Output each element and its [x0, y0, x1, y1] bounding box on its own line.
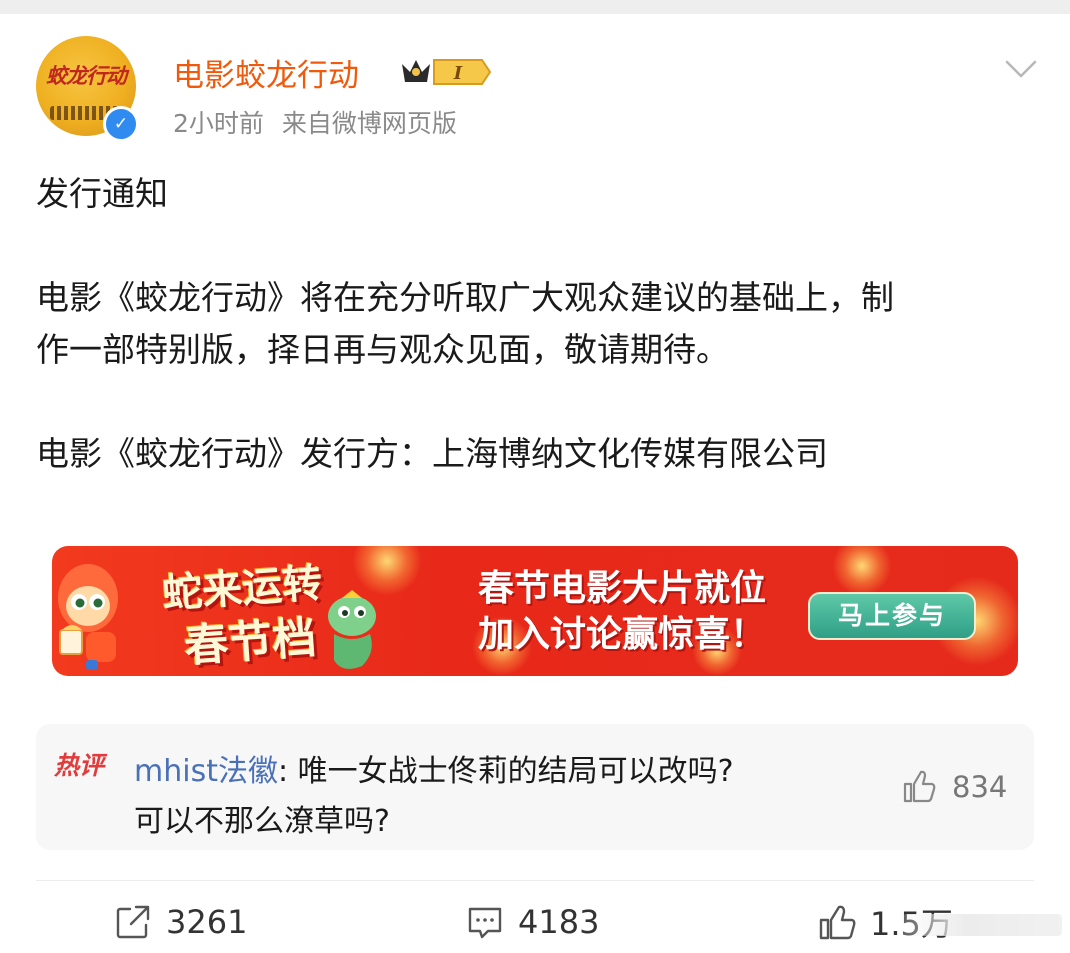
author-name[interactable]: 电影蛟龙行动 [173, 50, 359, 95]
post-paragraph: 电影《蛟龙行动》发行方：上海博纳文化传媒有限公司 [36, 434, 828, 473]
chevron-down-icon[interactable] [1004, 58, 1038, 80]
hot-comment-text: : 唯一女战士佟莉的结局可以改吗? [277, 754, 734, 789]
repost-button[interactable]: 3261 [114, 902, 247, 942]
banner-title-line1: 春节电影大片就位 [477, 568, 766, 609]
join-now-button[interactable]: 马上参与 [808, 592, 976, 640]
post-paragraph: 作一部特别版，择日再与观众见面，敬请期待。 [36, 330, 729, 369]
mascot-icon [58, 564, 118, 670]
snake-mascot-icon [328, 590, 376, 669]
hot-comment-line1: mhist法徽: 唯一女战士佟莉的结局可以改吗? [134, 746, 734, 790]
post-source[interactable]: 来自微博网页版 [282, 109, 457, 138]
verified-icon: ✓ [103, 106, 139, 142]
top-strip [0, 0, 1070, 14]
post-body: 发行通知 电影《蛟龙行动》将在充分听取广大观众建议的基础上，制 作一部特别版，择… [36, 168, 1036, 480]
watermark [902, 914, 1062, 936]
post-meta: 2小时前 来自微博网页版 [173, 104, 457, 140]
firework-decoration [832, 546, 892, 596]
hot-comment-line2: 可以不那么潦草吗? [134, 804, 390, 839]
hot-comment-like-count: 834 [952, 770, 1008, 804]
comment-icon [468, 907, 502, 939]
banner-title-line2: 加入讨论赢惊喜！ [477, 614, 766, 655]
spring-festival-banner[interactable]: 蛇来运转 春节档 春节电影大片就位 加入讨论赢惊喜！ 马上参与 [52, 546, 1018, 676]
hot-comment[interactable]: 热评 mhist法徽: 唯一女战士佟莉的结局可以改吗? 可以不那么潦草吗? 83… [36, 724, 1034, 850]
post-paragraph: 电影《蛟龙行动》将在充分听取广大观众建议的基础上，制 [36, 278, 894, 317]
vip-crown-icon[interactable]: I [400, 56, 492, 88]
vip-level-text: I [453, 63, 463, 84]
banner-logo-line2: 春节档 [182, 612, 318, 673]
hot-comment-user[interactable]: mhist法徽 [134, 754, 278, 789]
repost-icon [116, 905, 150, 939]
hot-comment-tag: 热评 [54, 751, 105, 780]
post-paragraph: 发行通知 [36, 174, 168, 213]
repost-count: 3261 [166, 903, 248, 941]
comment-count: 4183 [518, 903, 600, 941]
action-divider [36, 880, 1034, 881]
banner-title: 春节电影大片就位 加入讨论赢惊喜！ [432, 566, 812, 658]
thumbs-up-icon [819, 905, 856, 940]
avatar-logo-text: 蛟龙行动 [46, 63, 127, 88]
post-time: 2小时前 [173, 109, 264, 138]
comment-button[interactable]: 4183 [466, 902, 599, 942]
thumbs-up-icon[interactable] [902, 768, 936, 804]
